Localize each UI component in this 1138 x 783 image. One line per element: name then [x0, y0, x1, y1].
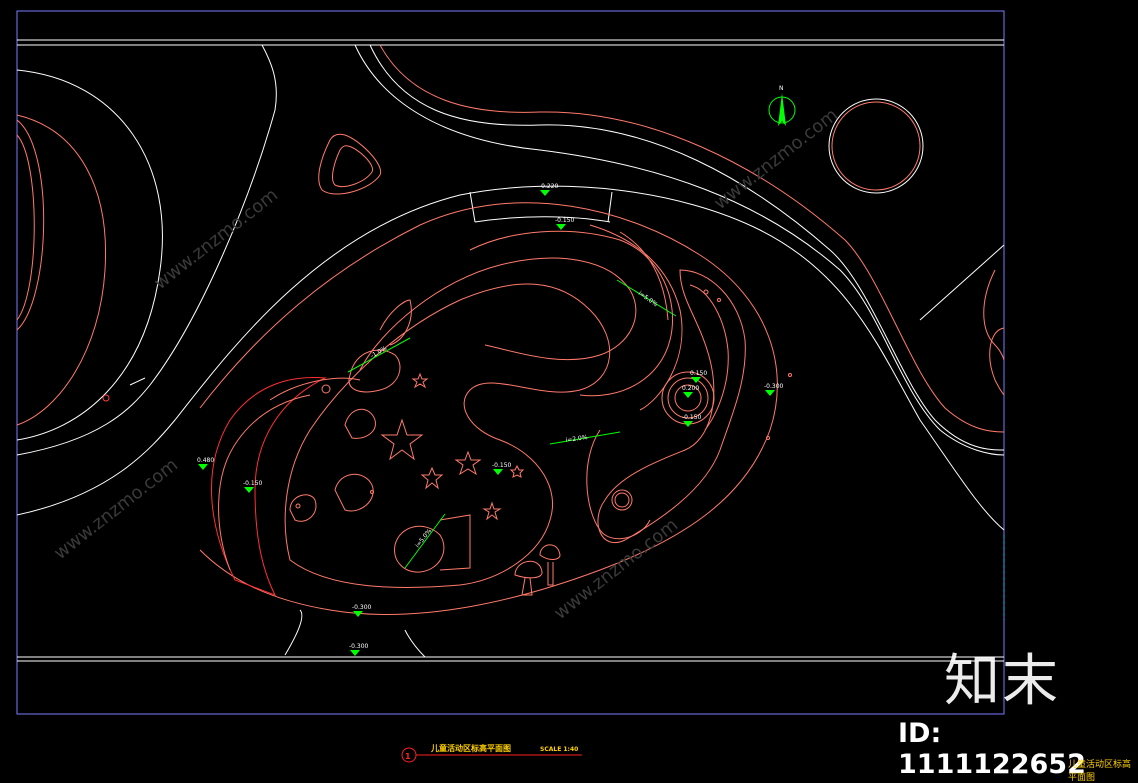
svg-text:儿童活动区标高平面图: 儿童活动区标高平面图 — [430, 743, 511, 753]
round-plaza — [828, 98, 924, 194]
elevation-marker-icon — [350, 650, 360, 656]
star-icon — [380, 418, 424, 461]
elevation-marker-icon — [198, 464, 208, 470]
svg-text:www.znzmo.com: www.znzmo.com — [710, 104, 842, 213]
svg-text:SCALE 1:40: SCALE 1:40 — [540, 746, 578, 753]
svg-text:www.znzmo.com: www.znzmo.com — [150, 184, 282, 293]
svg-text:N: N — [779, 85, 784, 92]
elevation-label: 0.150 — [690, 370, 707, 377]
svg-text:www.znzmo.com: www.znzmo.com — [50, 454, 182, 563]
slope-label: -1.0% — [370, 345, 389, 360]
north-arrow-icon — [778, 93, 786, 126]
secondary-paths — [199, 44, 1005, 615]
star-icon — [420, 466, 444, 490]
mushroom-icon — [514, 561, 543, 596]
elevation-label: -0.150 — [492, 462, 512, 469]
star-decorations — [380, 372, 525, 521]
elevation-marker-icon — [556, 224, 566, 230]
mushroom-decorations — [514, 544, 561, 596]
slope-label: i=2.0% — [565, 434, 588, 444]
drawing-frame — [16, 10, 1005, 715]
elevation-label: -0.300 — [352, 604, 372, 611]
elevation-label: -0.150 — [243, 480, 263, 487]
elevation-markers: -0.220 -0.150 0.480 -0.150 -0.150 0.150 0.200 -… — [197, 183, 784, 656]
watermark-tags: www.znzmo.com www.znzmo.com www.znzmo.co… — [50, 104, 842, 623]
elevation-label: 0.480 — [197, 457, 214, 464]
left-plaza — [16, 69, 163, 441]
slope-label: i=5.0% — [414, 527, 433, 549]
star-icon — [411, 372, 429, 389]
star-icon — [509, 464, 525, 478]
elevation-label: -0.300 — [349, 643, 369, 650]
elevation-label: -0.300 — [764, 383, 784, 390]
watermark-caption: 儿童活动区标高平面图 — [1068, 760, 1132, 783]
play-area-details — [211, 224, 792, 596]
elevation-label: -0.220 — [539, 183, 559, 190]
star-icon — [454, 450, 482, 476]
elevation-marker-icon — [683, 392, 693, 398]
drawing-title-block: 1 儿童活动区标高平面图 SCALE 1:40 — [401, 743, 582, 763]
elevation-label: -0.150 — [555, 217, 575, 224]
svg-text:1: 1 — [405, 752, 411, 761]
svg-text:www.znzmo.com: www.znzmo.com — [550, 514, 682, 623]
north-arrow: N — [768, 85, 796, 126]
star-icon — [482, 501, 502, 521]
slope-labels: -1.0% i=5.0% i=2.0% i=5.0% — [370, 290, 660, 549]
elevation-label: 0.200 — [682, 385, 699, 392]
elevation-label: -0.150 — [682, 414, 702, 421]
elevation-marker-icon — [540, 190, 550, 196]
watermark-brand: 知末 — [944, 649, 1060, 714]
elevation-marker-icon — [244, 487, 254, 493]
mushroom-icon — [539, 544, 561, 586]
elevation-marker-icon — [493, 469, 503, 475]
elevation-marker-icon — [765, 390, 775, 396]
slope-label: i=5.0% — [637, 290, 659, 308]
